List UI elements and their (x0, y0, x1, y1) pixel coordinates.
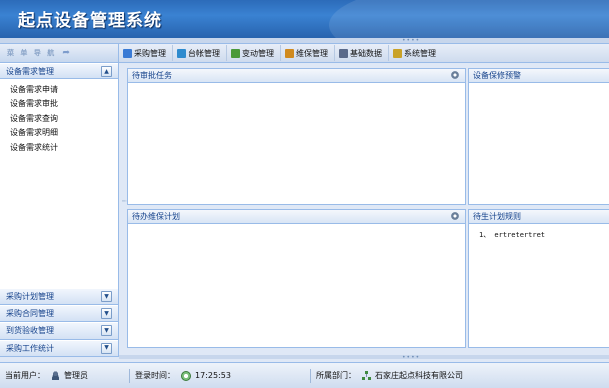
maintenance-icon (285, 48, 294, 58)
panel-header: 待办维保计划 (128, 210, 465, 224)
clock-icon (181, 370, 191, 381)
change-icon (231, 48, 240, 58)
panel-title: 待办维保计划 (132, 212, 180, 221)
sidebar-menu-list: 设备需求申请 设备需求审批 设备需求查询 设备需求明细 设备需求统计 (0, 79, 118, 285)
purchase-icon (123, 48, 132, 58)
toolbar-purchase-button[interactable]: 采购管理 (119, 45, 173, 61)
status-login-time: 登录时间： 17:25:53 (130, 368, 310, 384)
bottom-splitter[interactable]: •••• (119, 355, 609, 361)
status-user-label: 当前用户： (5, 371, 45, 380)
sidebar-group-label: 设备需求管理 (6, 66, 54, 76)
collapsed-groups: 采购计划管理 ▼ 采购合同管理 ▼ 到货验收管理 ▼ 采购工作统计 ▼ (0, 288, 118, 357)
gear-icon[interactable] (451, 212, 459, 220)
panel-title: 设备保修预警 (473, 71, 521, 80)
sidebar-group-purchase-contract[interactable]: 采购合同管理 ▼ (0, 305, 118, 323)
expand-down-icon[interactable]: ▼ (101, 342, 112, 354)
expand-down-icon[interactable]: ▼ (101, 291, 112, 302)
toolbar-ledger-button[interactable]: 台帐管理 (173, 45, 227, 61)
panel-header: 待审批任务 (128, 69, 465, 83)
expand-down-icon[interactable]: ▼ (101, 308, 112, 320)
toolbar-button-label: 变动管理 (242, 48, 274, 58)
status-user-value: 管理员 (64, 371, 88, 380)
sidebar-group-label: 采购工作统计 (6, 343, 54, 353)
sidebar-group-equipment-demand[interactable]: 设备需求管理 ▲ (0, 63, 118, 79)
panel-plan-rules: 待生计划规则 1、 ertretertret (468, 209, 609, 348)
splitter-grip[interactable]: •••• (402, 38, 420, 44)
panel-equipment-warning: 设备保修预警 (468, 68, 609, 205)
toolbar-system-button[interactable]: 系统管理 (389, 45, 442, 61)
toolbar-change-button[interactable]: 变动管理 (227, 45, 281, 61)
sidebar-item-demand-stats[interactable]: 设备需求统计 (10, 141, 118, 155)
sidebar-group-arrival-acceptance[interactable]: 到货验收管理 ▼ (0, 322, 118, 340)
user-icon (51, 371, 60, 380)
status-login-value: 17:25:53 (195, 371, 231, 380)
sidebar-item-demand-apply[interactable]: 设备需求申请 (10, 83, 118, 97)
sidebar-group-label: 到货验收管理 (6, 326, 54, 336)
splitter-grip[interactable]: ⁞ (120, 200, 127, 202)
app-header: 起点设备管理系统 (0, 0, 609, 38)
panel-title: 待审批任务 (132, 71, 172, 80)
sidebar-group-purchase-plan[interactable]: 采购计划管理 ▼ (0, 288, 118, 306)
basedata-icon (339, 48, 348, 58)
toolbar-button-label: 基础数据 (350, 48, 382, 58)
status-bar: 当前用户： 管理员 登录时间： 17:25:53 所属部门： 石家庄起点科技有限… (0, 362, 609, 388)
status-dept-value: 石家庄起点科技有限公司 (375, 371, 463, 380)
ledger-icon (177, 48, 186, 58)
toolbar-basedata-button[interactable]: 基础数据 (335, 45, 389, 61)
sidebar-item-demand-query[interactable]: 设备需求查询 (10, 112, 118, 126)
status-dept-label: 所属部门： (316, 371, 356, 380)
module-toolbar: 采购管理 台帐管理 变动管理 维保管理 基础数据 系统管理 (119, 44, 609, 63)
toolbar-button-label: 台帐管理 (188, 48, 220, 58)
collapse-up-icon[interactable]: ▲ (101, 66, 112, 77)
panel-title: 待生计划规则 (473, 212, 521, 221)
toolbar-button-label: 维保管理 (296, 48, 328, 58)
panel-header: 待生计划规则 (469, 210, 609, 224)
vertical-splitter[interactable]: ⁞ (119, 63, 127, 346)
toolbar-button-label: 系统管理 (404, 48, 436, 58)
sidebar-item-demand-detail[interactable]: 设备需求明细 (10, 126, 118, 140)
system-icon (393, 48, 402, 58)
panel-header: 设备保修预警 (469, 69, 609, 83)
nav-header: 菜 单 导 航 ➦ (0, 44, 118, 63)
sidebar: 菜 单 导 航 ➦ 设备需求管理 ▲ 设备需求申请 设备需求审批 设备需求查询 … (0, 44, 119, 357)
status-login-label: 登录时间： (135, 371, 175, 380)
gear-icon[interactable] (451, 71, 459, 79)
panel-pending-approval: 待审批任务 (127, 68, 466, 205)
toolbar-maintenance-button[interactable]: 维保管理 (281, 45, 335, 61)
status-user: 当前用户： 管理员 (0, 368, 129, 384)
nav-header-label: 菜 单 导 航 (7, 49, 57, 57)
status-department: 所属部门： 石家庄起点科技有限公司 (311, 368, 463, 384)
expand-down-icon[interactable]: ▼ (101, 325, 112, 337)
panel-maintenance-plan: 待办维保计划 (127, 209, 466, 348)
app-title: 起点设备管理系统 (18, 11, 162, 31)
sidebar-item-demand-approve[interactable]: 设备需求审批 (10, 97, 118, 111)
sidebar-group-label: 采购合同管理 (6, 309, 54, 319)
rule-list-item[interactable]: 1、 ertretertret (479, 230, 545, 240)
collapse-sidebar-icon[interactable]: ➦ (62, 48, 70, 58)
toolbar-button-label: 采购管理 (134, 48, 166, 58)
splitter-grip[interactable]: •••• (402, 355, 420, 361)
sidebar-group-purchase-stats[interactable]: 采购工作统计 ▼ (0, 339, 118, 357)
sidebar-group-label: 采购计划管理 (6, 292, 54, 302)
organization-icon (362, 371, 371, 380)
